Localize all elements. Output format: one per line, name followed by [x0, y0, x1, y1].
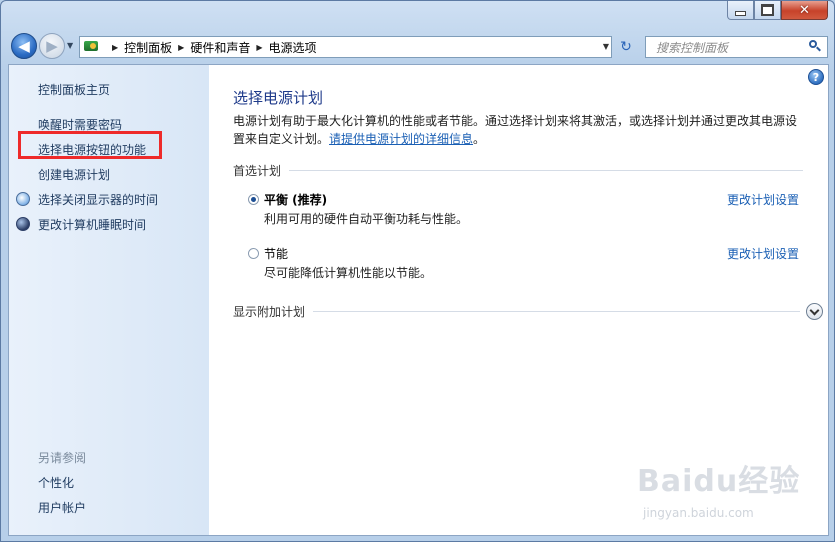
plan-power-saver-name[interactable]: 节能 — [264, 245, 288, 262]
page-description: 电源计划有助于最大化计算机的性能或者节能。通过选择计划来将其激活，或选择计划并通… — [233, 112, 798, 148]
description-text: 电源计划有助于最大化计算机的性能或者节能。通过选择计划来将其激活，或选择计划并通… — [233, 114, 798, 146]
highlight-box — [18, 131, 162, 159]
chevron-down-icon — [809, 305, 820, 315]
minimize-icon — [735, 11, 746, 16]
search-input[interactable]: 搜索控制面板 — [645, 36, 828, 58]
preferred-plans-label: 首选计划 — [233, 164, 282, 178]
watermark-logo: Baidu经验 — [637, 464, 801, 499]
help-icon[interactable]: ? — [808, 69, 824, 85]
sidebar: 控制面板主页 唤醒时需要密码 选择电源按钮的功能 创建电源计划 选择关闭显示器的… — [9, 65, 209, 535]
sidebar-item-create-plan[interactable]: 创建电源计划 — [38, 166, 110, 183]
search-icon[interactable] — [808, 40, 822, 54]
sidebar-item-home[interactable]: 控制面板主页 — [38, 81, 110, 98]
plan-balanced-settings-link[interactable]: 更改计划设置 — [727, 191, 799, 208]
divider — [289, 170, 803, 171]
plan-details-link[interactable]: 请提供电源计划的详细信息 — [329, 132, 473, 146]
plan-power-saver-radio[interactable] — [248, 248, 259, 259]
plan-power-saver-desc: 尽可能降低计算机性能以节能。 — [264, 266, 433, 280]
window: ✕ ◀ ▶ ▼ ▶ 控制面板 ▶ 硬件和声音 ▶ 电源选项 ▼ ↻ 搜索控制面板… — [0, 0, 835, 542]
chevron-right-icon[interactable]: ▶ — [256, 43, 262, 52]
plan-balanced-radio[interactable] — [248, 194, 259, 205]
chevron-down-icon[interactable]: ▼ — [603, 42, 609, 51]
caption-buttons: ✕ — [727, 1, 828, 20]
chevron-right-icon[interactable]: ▶ — [112, 43, 118, 52]
breadcrumb-control-panel[interactable]: 控制面板 — [124, 39, 172, 56]
forward-button[interactable]: ▶ — [39, 33, 65, 59]
search-placeholder: 搜索控制面板 — [656, 40, 729, 55]
minimize-button[interactable] — [727, 1, 754, 20]
arrow-left-icon: ◀ — [18, 36, 30, 55]
chevron-right-icon[interactable]: ▶ — [178, 43, 184, 52]
divider — [313, 311, 800, 312]
preferred-plans-heading: 首选计划 — [233, 162, 803, 179]
breadcrumb-hardware-sound[interactable]: 硬件和声音 — [190, 39, 250, 56]
plan-balanced-name[interactable]: 平衡 (推荐) — [264, 191, 327, 208]
plan-balanced-desc: 利用可用的硬件自动平衡功耗与性能。 — [264, 212, 469, 226]
history-dropdown-button[interactable]: ▼ — [67, 41, 73, 50]
additional-plans-heading: 显示附加计划 — [233, 303, 823, 320]
toolbar: ◀ ▶ ▼ ▶ 控制面板 ▶ 硬件和声音 ▶ 电源选项 ▼ ↻ 搜索控制面板 — [9, 32, 829, 62]
sidebar-item-sleep-time[interactable]: 更改计算机睡眠时间 — [38, 216, 146, 233]
plan-power-saver-settings-link[interactable]: 更改计划设置 — [727, 245, 799, 262]
address-bar[interactable]: ▶ 控制面板 ▶ 硬件和声音 ▶ 电源选项 ▼ — [79, 36, 612, 58]
refresh-button[interactable]: ↻ — [615, 37, 637, 57]
expand-button[interactable] — [806, 303, 823, 320]
page-title: 选择电源计划 — [233, 89, 324, 107]
see-also-title: 另请参阅 — [38, 451, 87, 465]
sidebar-item-display-off[interactable]: 选择关闭显示器的时间 — [38, 191, 158, 208]
close-button[interactable]: ✕ — [781, 1, 828, 20]
sidebar-item-user-accounts[interactable]: 用户帐户 — [38, 499, 86, 516]
additional-plans-label[interactable]: 显示附加计划 — [233, 303, 305, 320]
back-button[interactable]: ◀ — [11, 33, 37, 59]
watermark-url: jingyan.baidu.com — [643, 506, 754, 520]
close-icon: ✕ — [799, 2, 810, 18]
description-end: 。 — [473, 132, 486, 146]
maximize-icon — [761, 4, 774, 16]
sidebar-item-personalization[interactable]: 个性化 — [38, 474, 74, 491]
refresh-icon: ↻ — [620, 39, 632, 55]
breadcrumb-power-options[interactable]: 电源选项 — [269, 39, 317, 56]
arrow-right-icon: ▶ — [46, 36, 58, 55]
moon-icon — [16, 217, 30, 231]
clock-icon — [16, 192, 30, 206]
control-panel-icon — [84, 40, 102, 54]
maximize-button[interactable] — [754, 1, 781, 20]
